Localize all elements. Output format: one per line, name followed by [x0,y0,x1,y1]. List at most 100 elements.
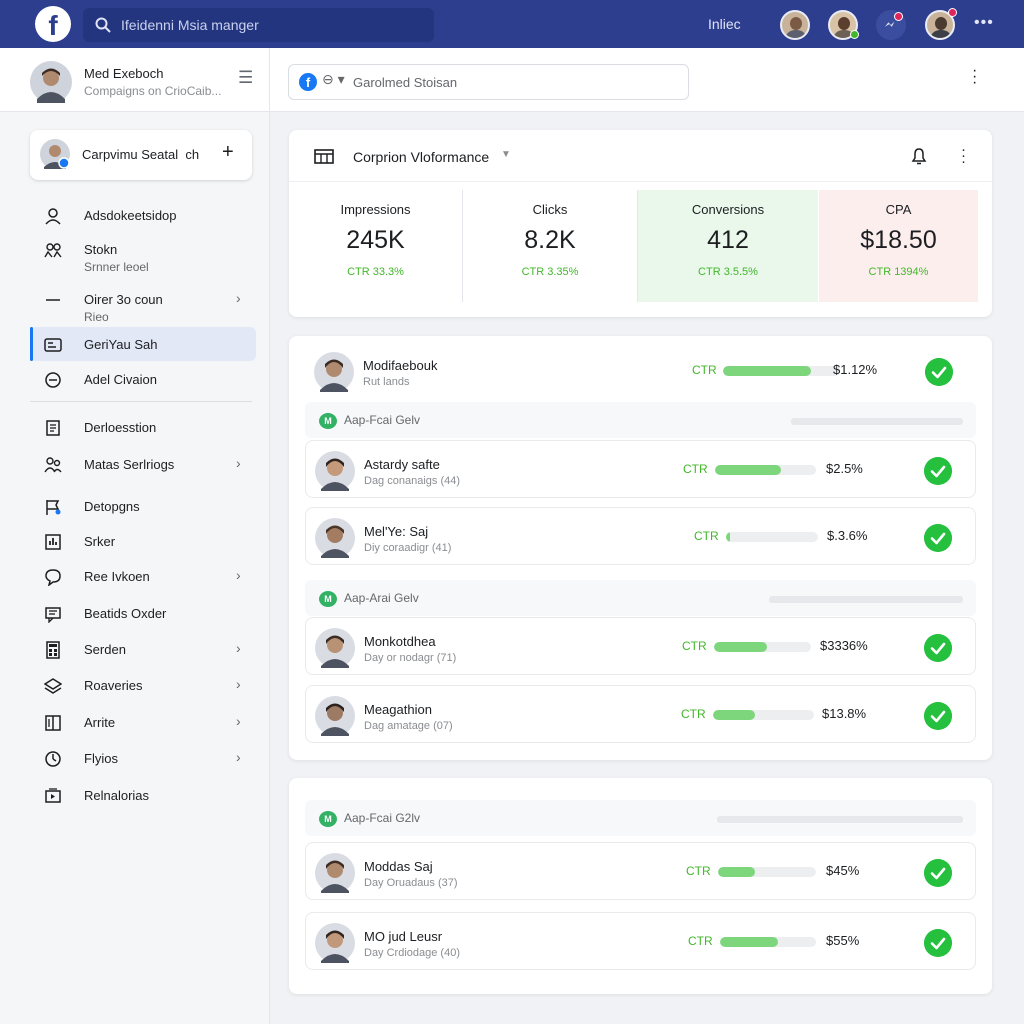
campaign-avatar [315,923,355,963]
chevron-right-icon[interactable]: › [236,290,241,306]
ad-row[interactable]: Monkotdhea Day or nodagr (71) CTR $3336% [305,617,976,675]
ad-set-badge: M [319,811,337,827]
top-search-box[interactable] [83,8,434,42]
metric-value: 245K [346,226,405,254]
metric-conversions: Conversions 412 CTR 3.5.5% [638,190,818,302]
search-icon [95,17,111,33]
account-switcher-card[interactable]: Carpvimu Seatal ch + [30,130,252,180]
sidebar-item-15[interactable]: Relnalorias [30,778,256,812]
sidebar-item-0[interactable]: Adsdokeetsidop [30,198,256,232]
sidebar-item-label: Adsdokeetsidop [84,208,177,223]
bell-icon[interactable] [909,146,929,166]
ad-row[interactable]: Moddas Saj Day Oruadaus (37) CTR $45% [305,842,976,900]
check-circle-icon[interactable] [924,457,952,485]
chevron-right-icon[interactable]: › [236,640,241,656]
video-icon [45,788,61,803]
sidebar-item-2[interactable]: Oirer 3o coun Rieo › [30,282,256,326]
sidebar-item-11[interactable]: Serden › [30,632,256,666]
ad-row[interactable]: Meagathion Dag amatage (07) CTR $13.8% [305,685,976,743]
ctr-label: CTR [683,462,708,476]
account-header: Med Exeboch Compaigns on CrioCaib... ☰ [0,48,270,112]
performance-title: Corprion Vloformance [353,149,490,165]
ad-row[interactable]: Mel'Ye: Saj Diy coraadigr (41) CTR $.3.6% [305,507,976,565]
chevron-right-icon[interactable]: › [236,749,241,765]
sidebar-item-label: Oirer 3o coun [84,292,163,307]
ctr-amount: $2.5% [826,461,863,476]
chevron-right-icon[interactable]: › [236,455,241,471]
chevron-down-icon[interactable]: ▼ [501,149,511,160]
check-circle-icon[interactable] [924,634,952,662]
chevron-right-icon[interactable]: › [236,567,241,583]
facebook-logo[interactable]: f [35,6,71,42]
metric-value: $18.50 [860,226,937,254]
ad-set-group-header[interactable]: M Aap-Arai Gelv [305,580,976,616]
vertical-more-icon[interactable]: · · · [972,63,977,91]
hamburger-menu-icon[interactable]: ☰ [238,68,253,88]
sidebar-item-14[interactable]: Flyios › [30,741,256,775]
ad-row[interactable]: Astardy safte Dag conanaigs (44) CTR $2.5% [305,440,976,498]
sidebar-item-7[interactable]: Detopgns [30,489,256,523]
campaign-subtitle: Day Crdiodage (40) [364,947,460,959]
ad-set-placeholder-bar [717,816,963,823]
sidebar-item-4[interactable]: Adel Civaion [30,362,256,396]
sidebar-item-sublabel: Rieo [84,310,109,324]
profile-avatar-1[interactable] [780,10,810,40]
sidebar-item-6[interactable]: Matas Serlriogs › [30,447,256,481]
campaign-panel: Modifaebouk Rut lands CTR $1.12% M Aap-Fcai… [289,336,992,760]
sidebar-item-5[interactable]: Derloesstion [30,410,256,444]
sidebar-item-sublabel: Srnner leoel [84,260,149,274]
ctr-label: CTR [681,707,706,721]
sidebar-item-1[interactable]: Stokn Srnner leoel [30,232,256,276]
campaign-name: Moddas Saj [364,859,433,874]
campaign-name: Monkotdhea [364,634,436,649]
metric-impressions: Impressions 245K CTR 33.3% [289,190,463,302]
ad-set-label: Aap-Arai Gelv [344,591,419,605]
sidebar-item-label: Detopgns [84,499,140,514]
campaign-avatar [315,628,355,668]
top-link[interactable]: Inliec [708,16,741,32]
sidebar-item-13[interactable]: Arrite › [30,705,256,739]
sidebar-item-3[interactable]: GeriYau Sah [30,327,256,361]
ad-row[interactable]: MO jud Leusr Day Crdiodage (40) CTR $55% [305,912,976,970]
sidebar-item-label: Stokn [84,242,118,257]
account-avatar[interactable] [30,61,72,103]
chevron-right-icon[interactable]: › [236,676,241,692]
sidebar-item-label: Roaveries [84,678,143,693]
check-circle-icon[interactable] [924,929,952,957]
campaign-name: Mel'Ye: Saj [364,524,429,539]
sidebar-item-label: Ree Ivkoen [84,569,150,584]
ctr-label: CTR [686,864,711,878]
check-circle-icon[interactable] [925,358,953,386]
campaign-subtitle: Day or nodagr (71) [364,652,457,664]
calendar-grid-icon [314,149,334,164]
people-icon [44,243,62,258]
sidebar-item-10[interactable]: Beatids Oxder [30,596,256,630]
metric-value: 412 [707,226,749,254]
chevron-selector-icon: ⊖ ▾ [322,71,345,87]
check-circle-icon[interactable] [924,859,952,887]
sidebar-item-12[interactable]: Roaveries › [30,668,256,702]
add-account-icon[interactable]: + [222,141,234,164]
campaign-name: MO jud Leusr [364,929,443,944]
search-input[interactable] [121,17,421,33]
more-dots-icon[interactable]: ••• [974,14,994,32]
minus-icon [46,299,60,301]
chevron-right-icon[interactable]: › [236,713,241,729]
account-subtitle: Compaigns on CrioCaib... [84,84,222,98]
card-more-icon[interactable]: · · · [961,142,966,169]
check-circle-icon[interactable] [924,524,952,552]
ad-set-group-header[interactable]: M Aap-Fcai Gelv [305,402,976,438]
ctr-label: CTR [688,934,713,948]
account-selector[interactable]: f ⊖ ▾ Garolmed Stoisan [288,64,689,100]
sidebar-item-label: Beatids Oxder [84,606,167,621]
sidebar-item-8[interactable]: Srker [30,524,256,558]
campaign-row[interactable]: Modifaebouk Rut lands CTR $1.12% [305,342,976,400]
check-circle-icon[interactable] [924,702,952,730]
campaign-avatar [315,696,355,736]
sidebar-item-9[interactable]: Ree Ivkoen › [30,559,256,593]
campaign-avatar [315,853,355,893]
ctr-progress-bar [720,937,816,947]
ad-set-group-header[interactable]: M Aap-Fcai G2lv [305,800,976,836]
ctr-progress-bar [726,532,818,542]
layers-icon [44,678,62,694]
